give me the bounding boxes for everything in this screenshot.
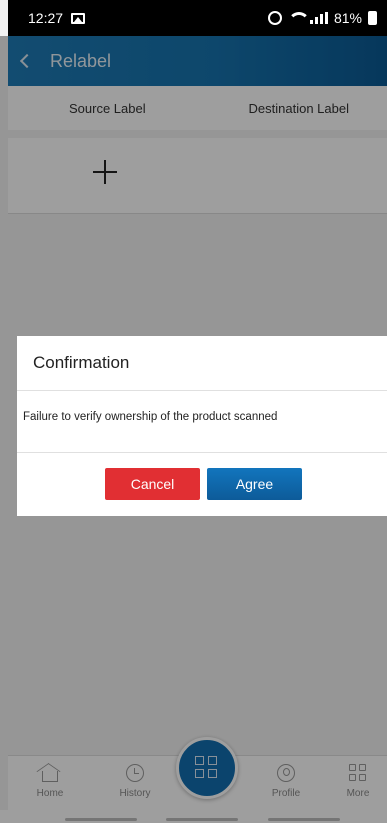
wifi-icon [287,12,310,24]
dialog-title: Confirmation [33,353,130,372]
cancel-button[interactable]: Cancel [105,468,200,500]
battery-percent: 81% [333,10,362,26]
dialog-divider [17,390,387,391]
battery-icon [368,11,377,25]
dialog-message: Failure to verify ownership of the produ… [23,411,278,423]
status-time: 12:27 [28,10,64,26]
signal-icon [309,12,328,24]
alarm-icon [267,11,282,25]
phone-screen: 12:27 81% Relabel Source Label Destinati… [0,0,387,823]
dialog-divider [17,452,387,453]
gallery-icon [71,12,86,24]
status-bar: 12:27 81% [8,0,387,36]
agree-button[interactable]: Agree [207,468,302,500]
confirmation-dialog: Confirmation Failure to verify ownership… [17,336,387,516]
